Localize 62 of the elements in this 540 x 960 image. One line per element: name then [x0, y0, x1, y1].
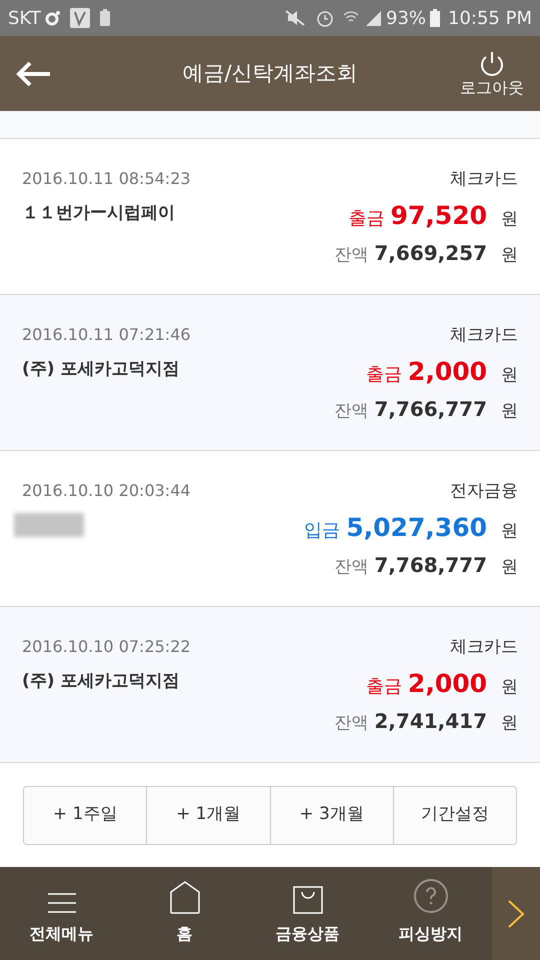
period-button[interactable]: 기간설정	[392, 786, 516, 844]
nav-item[interactable]: 피싱방지	[369, 867, 492, 960]
balance-amount: 7,766,777	[374, 396, 487, 423]
clock: 10:55 PM	[448, 6, 532, 30]
transaction-datetime: 2016.10.10 07:25:22	[22, 636, 191, 658]
menu-icon	[46, 892, 76, 914]
balance-label: 잔액	[334, 400, 368, 423]
period-button[interactable]: + 3개월	[270, 786, 393, 844]
transaction-category: 체크카드	[450, 324, 518, 347]
transaction-row[interactable]: 2016.10.11 07:21:46 (주) 포세카고덕지점 체크카드 출금 2,000 원 잔액 7,766,777 원	[0, 295, 540, 451]
currency-unit: 원	[501, 364, 518, 386]
transaction-amount: 97,520	[390, 200, 487, 232]
transaction-amount: 5,027,360	[346, 512, 487, 544]
transaction-type: 입금	[304, 518, 340, 542]
transaction-amount: 2,000	[408, 668, 487, 700]
balance-label: 잔액	[334, 244, 368, 267]
merchant-name: １１번가ー시럽페이	[22, 202, 176, 225]
merchant-name: (주) 포세카고덕지점	[22, 670, 180, 693]
transaction-type: 출금	[348, 206, 385, 230]
transaction-category: 체크카드	[450, 168, 518, 191]
alarm-icon	[316, 9, 334, 27]
battery-percent: 93%	[386, 6, 426, 30]
period-button[interactable]: + 1개월	[146, 786, 270, 844]
transaction-category: 전자금융	[450, 480, 518, 503]
bag-icon	[292, 886, 324, 914]
battery-saver-icon	[98, 9, 111, 27]
power-icon	[478, 50, 506, 78]
balance-label: 잔액	[334, 712, 368, 735]
balance-amount: 7,669,257	[374, 240, 487, 267]
transaction-datetime: 2016.10.11 07:21:46	[22, 324, 191, 346]
currency-unit: 원	[501, 208, 518, 230]
house-icon	[170, 881, 200, 914]
balance-amount: 2,741,417	[374, 708, 487, 735]
transaction-datetime: 2016.10.11 08:54:23	[22, 168, 191, 190]
signal-icon	[364, 9, 382, 27]
currency-unit: 원	[501, 712, 518, 735]
logout-button[interactable]: 로그아웃	[460, 50, 524, 98]
carrier-label: SKT	[8, 6, 41, 30]
currency-unit: 원	[501, 400, 518, 423]
currency-unit: 원	[501, 556, 518, 579]
transaction-category: 체크카드	[450, 636, 518, 659]
nav-item[interactable]: 금융상품	[246, 867, 369, 960]
circle-icon	[44, 10, 61, 26]
balance-amount: 7,768,777	[374, 552, 487, 579]
chevron-right-icon	[507, 898, 525, 928]
transaction-amount: 2,000	[408, 356, 487, 388]
question-icon	[412, 878, 448, 914]
period-button[interactable]: + 1주일	[24, 786, 146, 844]
back-arrow-icon	[16, 60, 52, 86]
transaction-datetime: 2016.10.10 20:03:44	[22, 480, 191, 502]
transaction-row[interactable]: 2016.10.10 07:25:22 (주) 포세카고덕지점 체크카드 출금 2,000 원 잔액 2,741,417 원	[0, 607, 540, 763]
currency-unit: 원	[501, 244, 518, 267]
battery-icon	[430, 9, 440, 27]
nav-item[interactable]: 홈	[123, 867, 246, 960]
transaction-type: 출금	[366, 362, 402, 386]
nav-item[interactable]: 전체메뉴	[0, 867, 123, 960]
merchant-name: (주) 포세카고덕지점	[22, 358, 180, 381]
page-title: 예금/신탁계좌조회	[181, 60, 359, 87]
currency-unit: 원	[501, 520, 518, 542]
transaction-type: 출금	[366, 674, 402, 698]
balance-label: 잔액	[334, 556, 368, 579]
currency-unit: 원	[501, 676, 518, 698]
